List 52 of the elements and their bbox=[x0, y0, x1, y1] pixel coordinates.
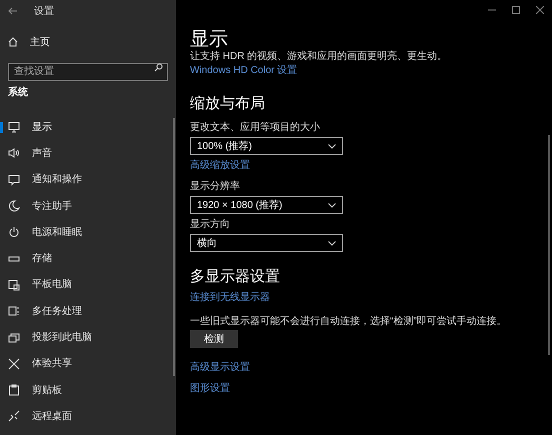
window-title: 设置 bbox=[34, 4, 54, 18]
nav-item[interactable]: 投影到此电脑 bbox=[0, 324, 176, 351]
home-icon bbox=[8, 37, 18, 47]
description-text: 让支持 HDR 的视频、游戏和应用的画面更明亮、更生动。 bbox=[190, 51, 448, 63]
chevron-down-icon bbox=[328, 240, 336, 246]
field-label: 显示方向 bbox=[190, 219, 230, 231]
chevron-down-icon bbox=[328, 144, 336, 148]
settings-link[interactable]: 高级显示设置 bbox=[190, 362, 250, 374]
dropdown[interactable]: 100% (推荐) bbox=[190, 137, 343, 155]
section-heading: 缩放与布局 bbox=[190, 95, 265, 113]
nav-item[interactable]: 存储 bbox=[0, 245, 176, 272]
section-heading: 多显示器设置 bbox=[190, 268, 280, 286]
nav-item[interactable]: 远程桌面 bbox=[0, 403, 176, 430]
section-title: 系统 bbox=[7, 86, 29, 100]
nav-item[interactable]: 电源和睡眠 bbox=[0, 219, 176, 246]
nav-item[interactable]: 声音 bbox=[0, 140, 176, 167]
nav-item[interactable]: 多任务处理 bbox=[0, 298, 176, 324]
search-icon[interactable] bbox=[154, 63, 163, 72]
tablet-icon bbox=[8, 278, 20, 291]
moon-icon bbox=[8, 200, 20, 212]
description-text: 一些旧式显示器可能不会进行自动连接，选择“检测”即可尝试手动连接。 bbox=[190, 316, 507, 328]
back-icon[interactable] bbox=[8, 7, 18, 15]
home-item[interactable]: 主页 bbox=[0, 32, 176, 52]
message-icon bbox=[8, 174, 20, 186]
close-icon[interactable] bbox=[536, 6, 544, 14]
settings-link[interactable]: 高级缩放设置 bbox=[190, 160, 250, 172]
nav-item[interactable]: 剪贴板 bbox=[0, 376, 176, 404]
nav-item[interactable]: 平板电脑 bbox=[0, 272, 176, 298]
power-icon bbox=[8, 226, 20, 238]
project-icon bbox=[8, 332, 20, 344]
field-label: 显示分辨率 bbox=[190, 181, 240, 193]
scrollbar[interactable] bbox=[173, 118, 175, 376]
settings-link[interactable]: Windows HD Color 设置 bbox=[190, 65, 298, 77]
chevron-down-icon bbox=[328, 202, 336, 208]
field-label: 更改文本、应用等项目的大小 bbox=[190, 122, 320, 134]
nav-item[interactable]: 体验共享 bbox=[0, 350, 176, 377]
monitor-icon bbox=[8, 121, 20, 134]
search-field[interactable]: 查找设置 bbox=[8, 62, 168, 80]
scrollbar[interactable] bbox=[548, 135, 550, 355]
dropdown[interactable]: 1920 × 1080 (推荐) bbox=[190, 196, 343, 214]
maximize-icon[interactable] bbox=[512, 6, 520, 14]
nav-item[interactable]: 通知和操作 bbox=[0, 166, 176, 193]
settings-link[interactable]: 连接到无线显示器 bbox=[190, 292, 270, 304]
nav-item[interactable]: 显示 bbox=[0, 114, 176, 140]
speaker-icon bbox=[8, 147, 20, 160]
multitask-icon bbox=[8, 305, 20, 318]
detect-button[interactable]: 检测 bbox=[190, 330, 238, 348]
clipboard-icon bbox=[8, 384, 20, 396]
settings-link[interactable]: 图形设置 bbox=[190, 383, 230, 395]
page-title: 显示 bbox=[190, 29, 229, 50]
nav-item[interactable]: 专注助手 bbox=[0, 192, 176, 220]
dropdown[interactable]: 横向 bbox=[190, 234, 343, 252]
